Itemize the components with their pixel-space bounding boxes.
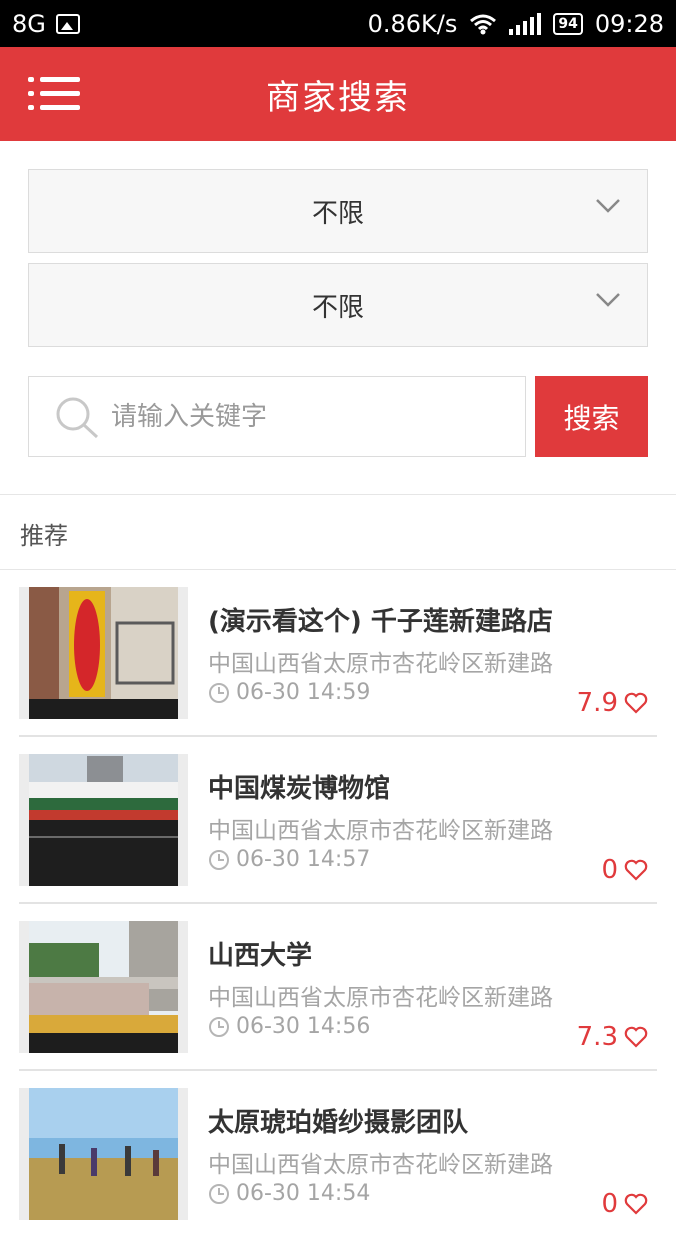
heart-icon [624,1193,648,1215]
clock-icon [209,1183,229,1204]
merchant-time: 06-30 14:57 [208,847,370,872]
network-speed: 0.86K/s [367,9,458,38]
score-value: 7.9 [576,688,618,718]
merchant-time: 06-30 14:56 [208,1014,370,1039]
clock-icon [209,849,229,870]
page-title: 商家搜索 [266,77,410,118]
merchant-time: 06-30 14:59 [208,680,370,705]
time-text: 06-30 14:56 [236,1014,371,1039]
clock: 09:28 [594,9,664,38]
merchant-title: (演示看这个) 千子莲新建路店 [208,607,553,637]
search-box [28,376,526,457]
merchant-time: 06-30 14:54 [208,1181,370,1206]
region-filter-dropdown[interactable]: 不限 [28,169,648,253]
merchant-score[interactable]: 7.9 [577,688,648,718]
clock-icon [209,682,229,703]
score-value: 0 [601,855,618,885]
merchant-list-item[interactable]: 中国煤炭博物馆 中国山西省太原市杏花岭区新建路 06-30 14:57 0 [0,737,676,904]
merchant-address: 中国山西省太原市杏花岭区新建路 [208,651,553,677]
time-text: 06-30 14:54 [236,1181,371,1206]
section-title-recommended: 推荐 [20,522,68,550]
battery-icon: 94 [553,12,583,35]
clock-icon [209,1016,229,1037]
merchant-thumbnail [19,1088,188,1220]
app-header: 商家搜索 [0,47,676,141]
category-filter-dropdown[interactable]: 不限 [28,263,648,347]
merchant-address: 中国山西省太原市杏花岭区新建路 [208,1152,553,1178]
divider [0,494,676,495]
menu-icon[interactable] [28,75,80,113]
merchant-list-item[interactable]: 太原琥珀婚纱摄影团队 中国山西省太原市杏花岭区新建路 06-30 14:54 0 [0,1071,676,1238]
score-value: 7.3 [576,1022,618,1052]
merchant-address: 中国山西省太原市杏花岭区新建路 [208,985,553,1011]
merchant-thumbnail [19,754,188,886]
chevron-down-icon [596,199,620,213]
merchant-list-item[interactable]: (演示看这个) 千子莲新建路店 中国山西省太原市杏花岭区新建路 06-30 14… [0,570,676,737]
merchant-title: 中国煤炭博物馆 [208,774,391,804]
merchant-list-item[interactable]: 山西大学 中国山西省太原市杏花岭区新建路 06-30 14:56 7.3 [0,904,676,1071]
search-input[interactable] [109,400,513,433]
merchant-score[interactable]: 0 [601,1189,648,1219]
network-label: 8G [12,9,46,38]
merchant-list: (演示看这个) 千子莲新建路店 中国山西省太原市杏花岭区新建路 06-30 14… [0,570,676,1238]
search-icon [56,397,99,438]
heart-icon [624,859,648,881]
merchant-thumbnail [19,587,188,719]
heart-icon [624,1026,648,1048]
merchant-title: 太原琥珀婚纱摄影团队 [208,1108,469,1138]
wifi-icon [470,14,497,34]
search-button[interactable]: 搜索 [535,376,648,457]
merchant-score[interactable]: 7.3 [577,1022,648,1052]
time-text: 06-30 14:59 [236,680,371,705]
chevron-down-icon [596,293,620,307]
merchant-address: 中国山西省太原市杏花岭区新建路 [208,818,553,844]
status-bar: 8G 0.86K/s 94 09:28 [0,0,676,47]
heart-icon [624,692,648,714]
signal-icon [509,12,542,35]
dropdown-value: 不限 [311,292,364,323]
merchant-title: 山西大学 [208,941,313,971]
gallery-notification-icon [55,13,80,34]
merchant-score[interactable]: 0 [601,855,648,885]
merchant-thumbnail [19,921,188,1053]
score-value: 0 [601,1189,618,1219]
time-text: 06-30 14:57 [236,847,371,872]
dropdown-value: 不限 [311,198,364,229]
